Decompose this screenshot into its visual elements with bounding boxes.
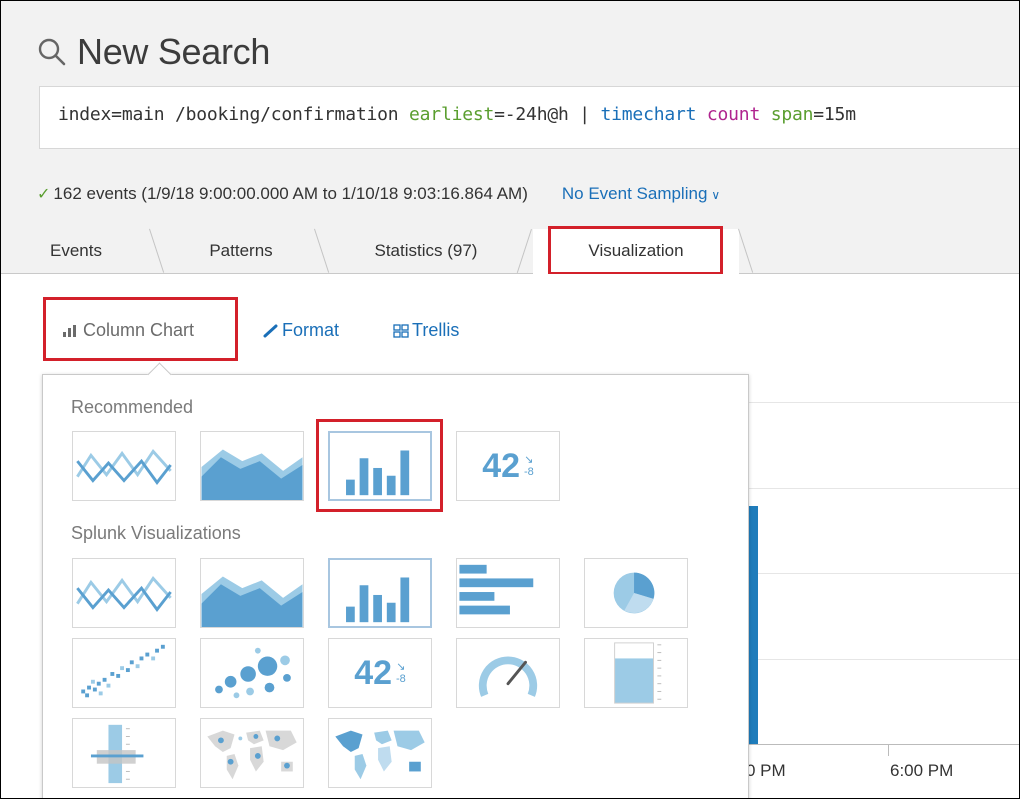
search-query-text[interactable]: index=main /booking/confirmation earlies… (58, 104, 856, 125)
bubble-chart-icon (215, 647, 291, 699)
tab-divider (314, 228, 330, 273)
tab-events[interactable]: Events (1, 229, 151, 273)
viz-tile-line[interactable] (72, 431, 176, 501)
column-chart-icon (346, 577, 410, 623)
viz-tile-marker-gauge[interactable] (72, 718, 176, 788)
marker-gauge-icon (90, 724, 144, 784)
chevron-down-icon: ∨ (711, 188, 721, 202)
format-button[interactable]: Format (263, 320, 339, 341)
single-value-icon: 42 ↘ -8 (354, 653, 406, 692)
cluster-map-icon (207, 730, 297, 780)
screenshot-frame: New Search index=main /booking/confirmat… (0, 0, 1020, 799)
event-sampling-dropdown[interactable]: No Event Sampling ∨ (562, 184, 720, 204)
visualization-tab-highlight (548, 226, 723, 275)
recommended-section-label: Recommended (71, 397, 194, 417)
viz-tile-choropleth-map[interactable] (328, 718, 432, 788)
viz-tile-scatter[interactable] (72, 638, 176, 708)
x-axis-label: 6:00 PM (890, 761, 954, 780)
trellis-label: Trellis (412, 320, 460, 340)
pie-chart-icon (613, 572, 655, 614)
event-count-status: 162 events (1/9/18 9:00:00.000 AM to 1/1… (53, 184, 528, 203)
x-axis-line (746, 744, 1019, 745)
gridline (746, 402, 1019, 403)
radial-gauge-icon (478, 656, 538, 697)
splunk-visualizations-section-label: Splunk Visualizations (71, 523, 241, 543)
viz-tile-single-value[interactable]: 42 ↘ -8 (328, 638, 432, 708)
results-tabs: Events Patterns Statistics (97) Visualiz… (1, 228, 1019, 274)
viz-tile-filler-gauge[interactable] (584, 638, 688, 708)
filler-gauge-icon (614, 642, 662, 704)
search-icon (37, 37, 67, 67)
search-status: ✓ 162 events (1/9/18 9:00:00.000 AM to 1… (37, 184, 720, 204)
tab-statistics[interactable]: Statistics (97) (331, 229, 521, 273)
title-row: New Search (37, 27, 270, 77)
gridline (746, 488, 1019, 489)
tab-divider (149, 228, 165, 273)
column-chart-highlight (43, 297, 238, 361)
viz-tile-column[interactable] (328, 558, 432, 628)
page-title: New Search (77, 31, 271, 72)
viz-tile-area[interactable] (200, 558, 304, 628)
viz-tile-bar[interactable] (456, 558, 560, 628)
viz-tile-bubble[interactable] (200, 638, 304, 708)
viz-tile-radial-gauge[interactable] (456, 638, 560, 708)
viz-tile-cluster-map[interactable] (200, 718, 304, 788)
check-icon: ✓ (37, 186, 51, 203)
gridline (746, 573, 1019, 574)
tab-patterns[interactable]: Patterns (166, 229, 316, 273)
brush-icon (263, 324, 278, 337)
area-chart-icon (201, 576, 303, 627)
area-chart-icon (201, 449, 303, 500)
background-chart: 0 PM 6:00 PM (746, 374, 1019, 798)
grid-icon (393, 323, 409, 338)
single-value-icon: 42 ↘ -8 (482, 446, 534, 485)
viz-tile-area[interactable] (200, 431, 304, 501)
trellis-button[interactable]: Trellis (393, 320, 459, 341)
search-header: New Search index=main /booking/confirmat… (1, 1, 1019, 231)
choropleth-map-icon (335, 730, 425, 780)
x-axis-tick (888, 744, 889, 756)
x-axis-label: 0 PM (746, 761, 786, 780)
format-label: Format (282, 320, 340, 340)
viz-tile-line[interactable] (72, 558, 176, 628)
tab-divider (738, 228, 754, 273)
scatter-chart-icon (81, 644, 165, 698)
bar-chart-icon (459, 564, 534, 615)
viz-tile-single-value[interactable]: 42 ↘ -8 (456, 431, 560, 501)
line-chart-icon (76, 449, 172, 485)
search-query-input[interactable]: index=main /booking/confirmation earlies… (39, 86, 1019, 149)
gridline (746, 659, 1019, 660)
line-chart-icon (76, 576, 172, 612)
viz-tile-pie[interactable] (584, 558, 688, 628)
recommended-column-highlight (316, 419, 443, 512)
